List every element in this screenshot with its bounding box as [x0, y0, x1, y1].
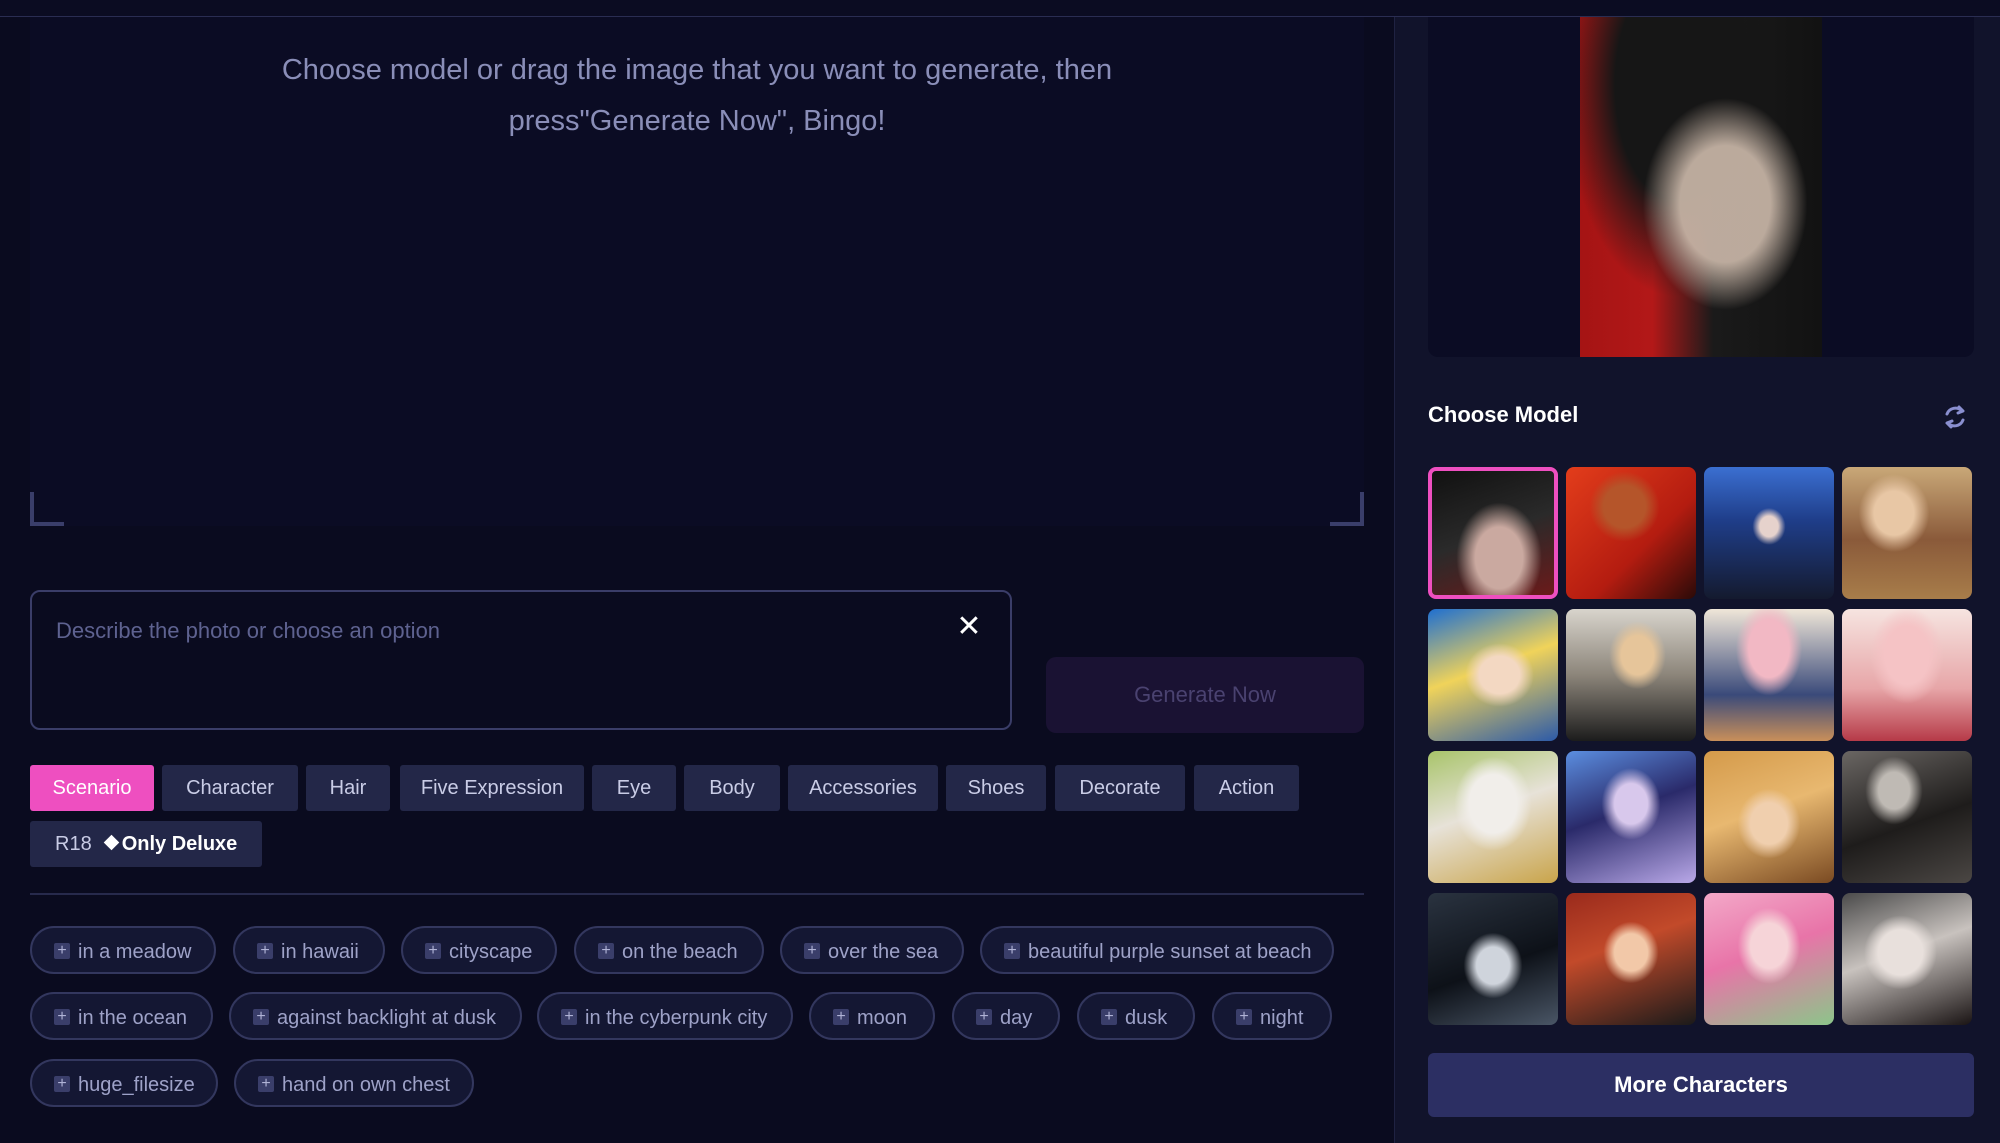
model-thumbnail[interactable]: [1842, 467, 1972, 599]
tag-chip[interactable]: + hand on own chest: [234, 1059, 474, 1107]
plus-icon: +: [253, 1008, 269, 1025]
tab-body[interactable]: Body: [684, 765, 780, 811]
tag-chip[interactable]: + in the ocean: [30, 992, 213, 1040]
tag-chip[interactable]: + in hawaii: [233, 926, 385, 974]
tag-label: night: [1260, 1007, 1304, 1029]
tab-character[interactable]: Character: [162, 765, 298, 811]
tag-label: day: [1000, 1007, 1033, 1029]
model-thumbnail[interactable]: [1842, 893, 1972, 1025]
corner-marker-bottom-right: [1330, 492, 1364, 526]
plus-icon: +: [598, 942, 614, 959]
plus-icon: +: [54, 1008, 70, 1025]
diamond-icon: [103, 834, 119, 851]
deluxe-badge: Only Deluxe: [103, 833, 238, 855]
r18-label: R18: [55, 833, 92, 855]
model-thumbnail[interactable]: [1704, 893, 1834, 1025]
plus-icon: +: [54, 1075, 70, 1092]
tag-label: in a meadow: [78, 941, 192, 963]
model-thumbnail[interactable]: [1428, 751, 1558, 883]
model-thumbnail[interactable]: [1704, 751, 1834, 883]
selected-model-preview: [1428, 17, 1974, 357]
model-thumbnail[interactable]: [1566, 609, 1696, 741]
prompt-input[interactable]: Describe the photo or choose an option ✕: [30, 590, 1012, 730]
tag-chip[interactable]: + over the sea: [780, 926, 964, 974]
tag-label: on the beach: [622, 941, 738, 963]
tag-chip[interactable]: + on the beach: [574, 926, 764, 974]
model-thumbnail[interactable]: [1704, 467, 1834, 599]
model-thumbnail[interactable]: [1842, 609, 1972, 741]
tag-label: in the ocean: [78, 1007, 187, 1029]
plus-icon: +: [425, 942, 441, 959]
tag-label: over the sea: [828, 941, 939, 963]
tag-chip[interactable]: + dusk: [1077, 992, 1195, 1040]
plus-icon: +: [976, 1008, 992, 1025]
tag-chip[interactable]: + against backlight at dusk: [229, 992, 522, 1040]
model-thumbnail[interactable]: [1428, 609, 1558, 741]
corner-marker-bottom-left: [30, 492, 64, 526]
tag-chip[interactable]: + night: [1212, 992, 1332, 1040]
model-thumbnail[interactable]: [1842, 751, 1972, 883]
choose-model-title: Choose Model: [1428, 402, 1579, 427]
model-thumbnail[interactable]: [1566, 751, 1696, 883]
tag-label: huge_filesize: [78, 1074, 195, 1096]
tab-accessories[interactable]: Accessories: [788, 765, 938, 811]
tag-chip[interactable]: + beautiful purple sunset at beach: [980, 926, 1334, 974]
plus-icon: +: [833, 1008, 849, 1025]
tag-label: dusk: [1125, 1007, 1168, 1029]
plus-icon: +: [54, 942, 70, 959]
tag-chip[interactable]: + day: [952, 992, 1060, 1040]
drop-instructions-line-1: Choose model or drag the image that you …: [281, 54, 1113, 86]
drop-instructions: Choose model or drag the image that you …: [30, 45, 1364, 147]
plus-icon: +: [561, 1008, 577, 1025]
tag-chip[interactable]: + in a meadow: [30, 926, 216, 974]
tag-label: in the cyberpunk city: [585, 1007, 768, 1029]
tag-chip[interactable]: + moon: [809, 992, 935, 1040]
plus-icon: +: [258, 1075, 274, 1092]
tab-r18[interactable]: R18 Only Deluxe: [30, 821, 262, 867]
tag-label: against backlight at dusk: [277, 1007, 497, 1029]
tag-label: beautiful purple sunset at beach: [1028, 941, 1312, 963]
tab-scenario[interactable]: Scenario: [30, 765, 154, 811]
model-thumbnail[interactable]: [1566, 893, 1696, 1025]
plus-icon: +: [804, 942, 820, 959]
model-thumbnail[interactable]: [1428, 893, 1558, 1025]
top-border: [0, 0, 2000, 17]
tag-label: hand on own chest: [282, 1074, 450, 1096]
tab-hair[interactable]: Hair: [306, 765, 390, 811]
tab-shoes[interactable]: Shoes: [946, 765, 1046, 811]
plus-icon: +: [1101, 1008, 1117, 1025]
image-drop-zone[interactable]: Choose model or drag the image that you …: [30, 17, 1364, 526]
tag-label: cityscape: [449, 941, 533, 963]
plus-icon: +: [257, 942, 273, 959]
tag-chip[interactable]: + huge_filesize: [30, 1059, 218, 1107]
model-thumbnail[interactable]: [1704, 609, 1834, 741]
prompt-placeholder: Describe the photo or choose an option: [56, 618, 441, 643]
tag-label: moon: [857, 1007, 908, 1029]
tab-decorate[interactable]: Decorate: [1055, 765, 1185, 811]
tag-label: in hawaii: [281, 941, 359, 963]
plus-icon: +: [1236, 1008, 1252, 1025]
tab-action[interactable]: Action: [1194, 765, 1299, 811]
plus-icon: +: [1004, 942, 1020, 959]
model-thumbnail[interactable]: [1428, 467, 1558, 599]
close-icon[interactable]: ✕: [954, 612, 984, 642]
divider: [30, 893, 1364, 895]
tag-chip[interactable]: + in the cyberpunk city: [537, 992, 793, 1040]
more-characters-button[interactable]: More Characters: [1428, 1053, 1974, 1117]
preview-image: [1580, 17, 1822, 357]
model-thumbnail[interactable]: [1566, 467, 1696, 599]
tab-five-expression[interactable]: Five Expression: [400, 765, 584, 811]
tag-chip[interactable]: + cityscape: [401, 926, 557, 974]
drop-instructions-line-2: press"Generate Now", Bingo!: [508, 105, 886, 137]
generate-now-button[interactable]: Generate Now: [1046, 657, 1364, 733]
tab-eye[interactable]: Eye: [592, 765, 676, 811]
refresh-icon[interactable]: [1940, 402, 1970, 432]
deluxe-label: Only Deluxe: [121, 833, 238, 855]
